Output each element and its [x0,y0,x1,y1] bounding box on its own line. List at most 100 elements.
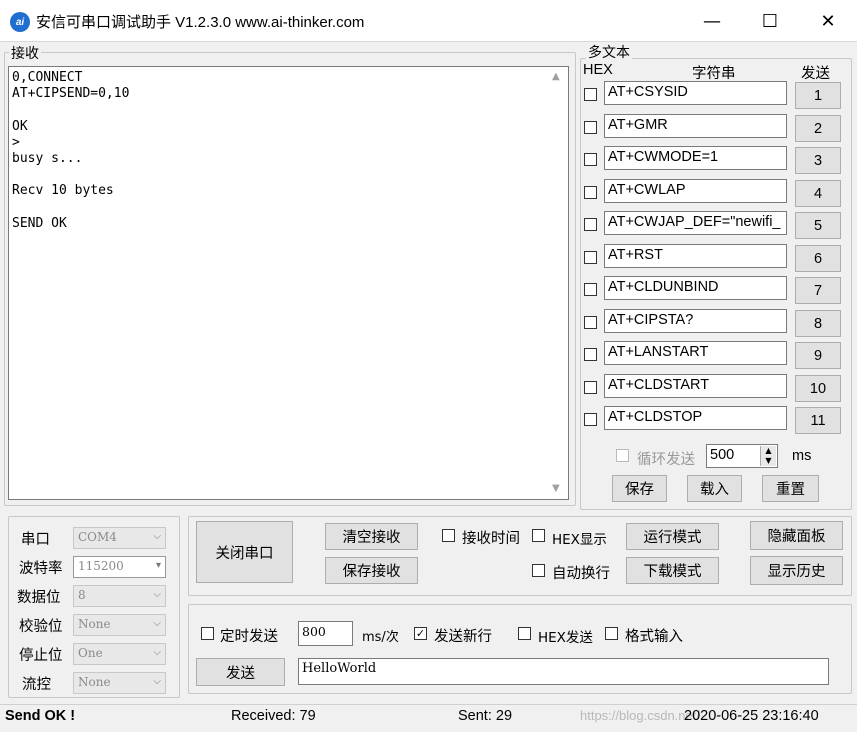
multitext-string-input[interactable]: AT+CWJAP_DEF="newifi_ [604,211,787,235]
multitext-hex-checkbox[interactable] [584,88,597,101]
format-input-label: 格式输入 [625,629,683,645]
title-bar: ai 安信可串口调试助手 V1.2.3.0 www.ai-thinker.com… [0,0,857,42]
receive-time-checkbox[interactable] [442,529,455,542]
data-bits-label: 数据位 [17,590,61,606]
send-newline-checkbox[interactable]: ✓ [414,627,427,640]
multitext-string-input[interactable]: AT+RST [604,244,787,268]
multitext-string-input[interactable]: AT+CSYSID [604,81,787,105]
timed-send-label: 定时发送 [220,629,278,645]
multitext-string-input[interactable]: AT+CLDSTOP [604,406,787,430]
download-mode-button[interactable]: 下载模式 [626,557,719,584]
multitext-hex-checkbox[interactable] [584,413,597,426]
send-newline-label: 发送新行 [434,629,492,645]
save-multitext-button[interactable]: 保存 [612,475,667,502]
multitext-string-input[interactable]: AT+CLDUNBIND [604,276,787,300]
save-receive-button[interactable]: 保存接收 [325,557,418,584]
multitext-send-button[interactable]: 9 [795,342,841,369]
close-port-button[interactable]: 关闭串口 [196,521,293,583]
status-message: Send OK ! [5,708,76,724]
baud-select[interactable]: 115200 ▾ [73,556,166,578]
multitext-hex-checkbox[interactable] [584,251,597,264]
show-history-button[interactable]: 显示历史 [750,556,843,585]
send-interval-input[interactable]: 800 [298,621,353,646]
minimize-button[interactable]: — [683,0,741,42]
multitext-send-button[interactable]: 2 [795,115,841,142]
chevron-down-icon: ▾ [155,560,161,571]
receive-time-label: 接收时间 [462,531,520,547]
scroll-up-icon[interactable]: ▲ [552,71,560,82]
loop-interval-spinner[interactable]: ▲ ▼ [760,446,776,466]
hex-column-header: HEX [583,62,613,78]
chevron-down-icon: ⌵ [153,531,161,542]
hex-send-checkbox[interactable] [518,627,531,640]
app-logo-icon: ai [10,12,30,32]
hex-send-label: HEX发送 [538,630,593,646]
multitext-hex-checkbox[interactable] [584,283,597,296]
stop-bits-label: 停止位 [19,648,63,664]
chevron-down-icon: ⌵ [153,618,161,629]
multitext-send-button[interactable]: 11 [795,407,841,434]
reset-multitext-button[interactable]: 重置 [762,475,819,502]
multitext-send-button[interactable]: 8 [795,310,841,337]
multitext-send-button[interactable]: 6 [795,245,841,272]
data-bits-select[interactable]: 8 ⌵ [73,585,166,607]
auto-wrap-checkbox[interactable] [532,564,545,577]
multitext-hex-checkbox[interactable] [584,316,597,329]
chevron-down-icon: ⌵ [153,676,161,687]
chevron-down-icon: ⌵ [153,589,161,600]
flow-control-label: 流控 [22,677,51,693]
multitext-send-button[interactable]: 4 [795,180,841,207]
multitext-send-button[interactable]: 1 [795,82,841,109]
interval-unit-label: ms/次 [362,630,399,645]
multitext-send-button[interactable]: 3 [795,147,841,174]
multitext-hex-checkbox[interactable] [584,121,597,134]
datetime: 2020-06-25 23:16:40 [684,708,819,724]
port-label: 串口 [21,532,50,548]
multitext-send-button[interactable]: 7 [795,277,841,304]
format-input-checkbox[interactable] [605,627,618,640]
send-button[interactable]: 发送 [196,658,285,686]
loop-send-checkbox[interactable] [616,449,629,462]
parity-select[interactable]: None ⌵ [73,614,166,636]
multitext-hex-checkbox[interactable] [584,348,597,361]
multitext-string-input[interactable]: AT+CLDSTART [604,374,787,398]
string-column-header: 字符串 [692,66,736,82]
hide-panel-button[interactable]: 隐藏面板 [750,521,843,550]
flow-control-select[interactable]: None ⌵ [73,672,166,694]
maximize-button[interactable]: ☐ [741,0,799,42]
multitext-string-input[interactable]: AT+GMR [604,114,787,138]
multitext-send-button[interactable]: 5 [795,212,841,239]
multitext-string-input[interactable]: AT+CWMODE=1 [604,146,787,170]
receive-group-label: 接收 [9,43,41,63]
multitext-send-button[interactable]: 10 [795,375,841,402]
loop-unit-label: ms [792,448,812,464]
run-mode-button[interactable]: 运行模式 [626,523,719,550]
multitext-hex-checkbox[interactable] [584,186,597,199]
hex-display-label: HEX显示 [552,532,607,548]
window-title: 安信可串口调试助手 V1.2.3.0 www.ai-thinker.com [36,14,365,31]
receive-textarea[interactable]: 0,CONNECT AT+CIPSEND=0,10 OK > busy s...… [8,66,569,500]
multitext-string-input[interactable]: AT+LANSTART [604,341,787,365]
auto-wrap-label: 自动换行 [552,566,610,582]
scroll-down-icon[interactable]: ▼ [552,483,560,494]
sent-count: Sent: 29 [458,708,513,724]
multitext-hex-checkbox[interactable] [584,218,597,231]
port-select[interactable]: COM4 ⌵ [73,527,166,549]
multitext-string-input[interactable]: AT+CIPSTA? [604,309,787,333]
clear-receive-button[interactable]: 清空接收 [325,523,418,550]
multitext-hex-checkbox[interactable] [584,153,597,166]
multitext-string-input[interactable]: AT+CWLAP [604,179,787,203]
received-count: Received: 79 [231,708,316,724]
stop-bits-select[interactable]: One ⌵ [73,643,166,665]
send-column-header: 发送 [801,66,830,82]
hex-display-checkbox[interactable] [532,529,545,542]
close-window-button[interactable]: ✕ [799,0,857,42]
chevron-down-icon: ⌵ [153,647,161,658]
timed-send-checkbox[interactable] [201,627,214,640]
multitext-hex-checkbox[interactable] [584,381,597,394]
load-multitext-button[interactable]: 载入 [687,475,742,502]
receive-scrollbar[interactable]: ▲ ▼ [548,67,568,499]
multitext-group-label: 多文本 [586,42,632,62]
send-text-input[interactable]: HelloWorld [298,658,829,685]
parity-label: 校验位 [19,619,63,635]
